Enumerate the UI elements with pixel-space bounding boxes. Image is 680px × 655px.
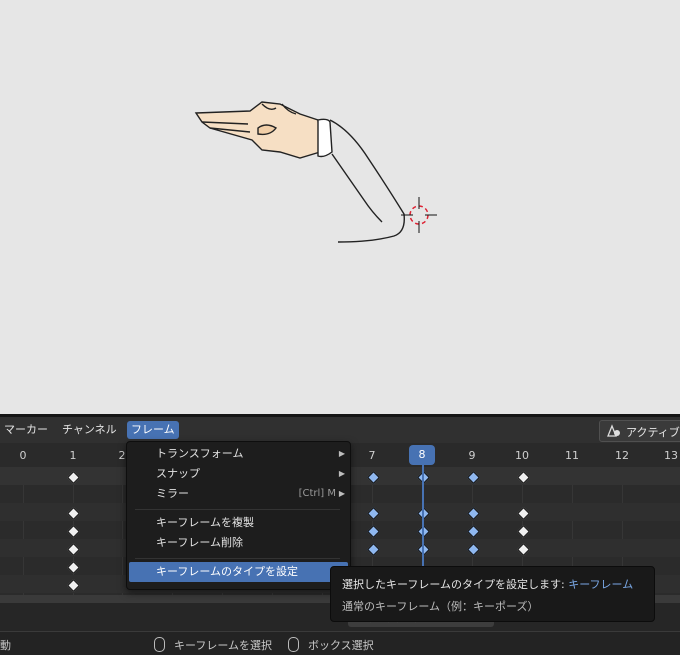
frame-tick: 13 (664, 449, 678, 462)
menu-marker[interactable]: マーカー (0, 421, 52, 439)
tooltip-line1: 選択したキーフレームのタイプを設定します: キーフレーム (342, 578, 634, 591)
frame-tick: 12 (615, 449, 629, 462)
menu-item-label: トランスフォーム (156, 447, 244, 460)
menu-item-snap[interactable]: スナップ ▶ (129, 464, 348, 484)
menu-item-label: キーフレームを複製 (156, 516, 255, 529)
drawing-canvas (194, 101, 437, 243)
frame-menu: トランスフォーム ▶ スナップ ▶ ミラー [Ctrl] M ▶ キーフレームを… (126, 441, 351, 590)
keyframe-selected[interactable] (367, 525, 380, 538)
hand-drawing (194, 101, 333, 159)
menu-shortcut: [Ctrl] M (298, 488, 336, 499)
3d-cursor-icon (401, 197, 437, 233)
status-box-label: ボックス選択 (308, 639, 374, 652)
menu-item-mirror[interactable]: ミラー [Ctrl] M ▶ (129, 484, 348, 504)
menu-item-label: スナップ (156, 467, 200, 480)
frame-tick: 10 (515, 449, 529, 462)
keyframe[interactable] (67, 561, 80, 574)
menu-item-label: キーフレームのタイプを設定 (156, 565, 299, 578)
keyframe[interactable] (67, 525, 80, 538)
status-select-label: キーフレームを選択 (174, 639, 273, 652)
menu-separator (135, 558, 340, 559)
submenu-arrow-icon: ▶ (338, 449, 345, 458)
active-dropdown[interactable]: アクティブ (599, 420, 680, 442)
status-bar: 動 キーフレームを選択 ボックス選択 (0, 631, 680, 655)
keyframe-selected[interactable] (467, 525, 480, 538)
tooltip: 選択したキーフレームのタイプを設定します: キーフレーム 通常のキーフレーム（例… (330, 566, 655, 622)
tooltip-line2: 通常のキーフレーム（例：キーポーズ） (342, 600, 539, 613)
dopesheet-header: マーカー チャンネル フレーム アクティブ (0, 417, 680, 443)
menu-item-transform[interactable]: トランスフォーム ▶ (129, 444, 348, 464)
menu-channel[interactable]: チャンネル (58, 421, 121, 439)
menu-separator (135, 509, 340, 510)
tooltip-value: キーフレーム (568, 578, 634, 591)
frame-tick: 7 (368, 449, 376, 462)
frame-tick: 9 (468, 449, 476, 462)
mouse-drag-icon (288, 637, 299, 652)
menu-item-duplicate[interactable]: キーフレームを複製 (129, 513, 348, 533)
keyframe[interactable] (517, 525, 530, 538)
menu-item-label: ミラー (156, 487, 189, 500)
submenu-arrow-icon: ▶ (338, 469, 345, 478)
menu-item-label: キーフレーム削除 (156, 536, 244, 549)
frame-tick: 0 (19, 449, 27, 462)
active-dropdown-label: アクティブ (626, 426, 680, 439)
status-left-text: 動 (0, 639, 11, 652)
menu-frame[interactable]: フレーム (127, 421, 179, 439)
frame-tick: 11 (565, 449, 579, 462)
submenu-arrow-icon: ▶ (338, 489, 345, 498)
menu-item-set-keyframe-type[interactable]: キーフレームのタイプを設定 (129, 562, 348, 582)
arm-drawing (329, 119, 405, 243)
keying-set-icon (607, 424, 620, 437)
canvas-viewport[interactable] (0, 0, 680, 414)
frame-tick: 1 (69, 449, 77, 462)
menu-item-delete[interactable]: キーフレーム削除 (129, 533, 348, 553)
mouse-left-icon (154, 637, 165, 652)
